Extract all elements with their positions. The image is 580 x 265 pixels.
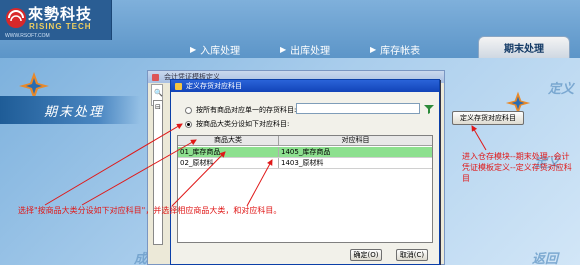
column-header-subject: 对应科目 (341, 136, 370, 144)
table-cell[interactable]: 01_库存商品 (178, 147, 279, 157)
nav-tab-inbound[interactable]: ▶ 入库处理 (180, 40, 270, 58)
arrow-right-icon: ▶ (190, 44, 197, 54)
nav-tab-period-end[interactable]: 期末处理 (478, 36, 570, 58)
logo-website: WWW.RSOFT.COM (5, 33, 50, 39)
logo-text: 來勢科技 (28, 5, 93, 23)
app-icon (175, 82, 182, 90)
nav-tab-label: 入库处理 (200, 45, 241, 57)
option-single-subject[interactable]: 按所有商品对应单一的存货科目: (185, 105, 296, 115)
table-row[interactable]: 02_原材料 1403_原材料 (178, 158, 432, 169)
nav-tab-stock-report[interactable]: ▶ 库存帐表 (360, 40, 460, 58)
filter-icon[interactable] (424, 104, 434, 114)
subject-input[interactable] (296, 103, 420, 114)
logo-subtext: RISING TECH (29, 22, 92, 31)
dialog-titlebar: 定义存货对应科目 (171, 80, 439, 92)
logo-mark-icon (6, 8, 26, 28)
table-header: 商品大类 对应科目 (178, 136, 432, 146)
expand-icon: ⊟ (155, 103, 161, 111)
app-icon (152, 73, 159, 81)
annotation-right: 进入仓存模块--期末处理--会计凭证模板定义--定义存货对应科目 (462, 152, 572, 183)
nav-tab-label: 出库处理 (290, 45, 331, 57)
column-header-category: 商品大类 (178, 136, 279, 145)
nav-tab-outbound[interactable]: ▶ 出库处理 (270, 40, 360, 58)
tree-panel[interactable]: ⊟ (153, 100, 163, 245)
annotation-left: 选择"按商品大类分设如下对应科目"，并选择相应商品大类，和对应科目。 (18, 206, 282, 215)
table-row[interactable]: 01_库存商品 1405_库存商品 (178, 147, 432, 158)
table-cell[interactable]: 1403_原材料 (279, 158, 432, 168)
option-by-category[interactable]: 按商品大类分设如下对应科目: (185, 119, 289, 129)
main-nav: ▶ 入库处理 ▶ 出库处理 ▶ 库存帐表 (180, 40, 460, 58)
background-label: 成 (134, 252, 148, 265)
nav-tab-label: 库存帐表 (380, 45, 421, 57)
dialog-title: 定义存货对应科目 (186, 82, 242, 90)
option-label: 按商品大类分设如下对应科目: (196, 120, 290, 128)
category-subject-table: 商品大类 对应科目 01_库存商品 1405_库存商品 02_原材料 1403_… (177, 135, 433, 243)
search-icon: 🔍 (154, 89, 163, 97)
section-title: 期末处理 (44, 105, 105, 120)
background-label: 返回 (532, 252, 559, 265)
table-cell[interactable]: 02_原材料 (178, 158, 279, 168)
arrow-right-icon: ▶ (370, 44, 377, 54)
table-cell[interactable]: 1405_库存商品 (279, 147, 432, 157)
app-logo: 來勢科技 RISING TECH WWW.RSOFT.COM (0, 0, 112, 40)
ok-button[interactable]: 确定(O) (350, 249, 382, 261)
radio-button[interactable] (185, 106, 192, 114)
arrow-right-icon: ▶ (280, 44, 287, 54)
cancel-button[interactable]: 取消(C) (396, 249, 428, 261)
option-label: 按所有商品对应单一的存货科目: (196, 106, 297, 114)
define-stock-subject-button[interactable]: 定义存货对应科目 (452, 111, 524, 125)
background-label: 定义 (548, 82, 575, 97)
radio-button-selected[interactable] (185, 120, 192, 128)
